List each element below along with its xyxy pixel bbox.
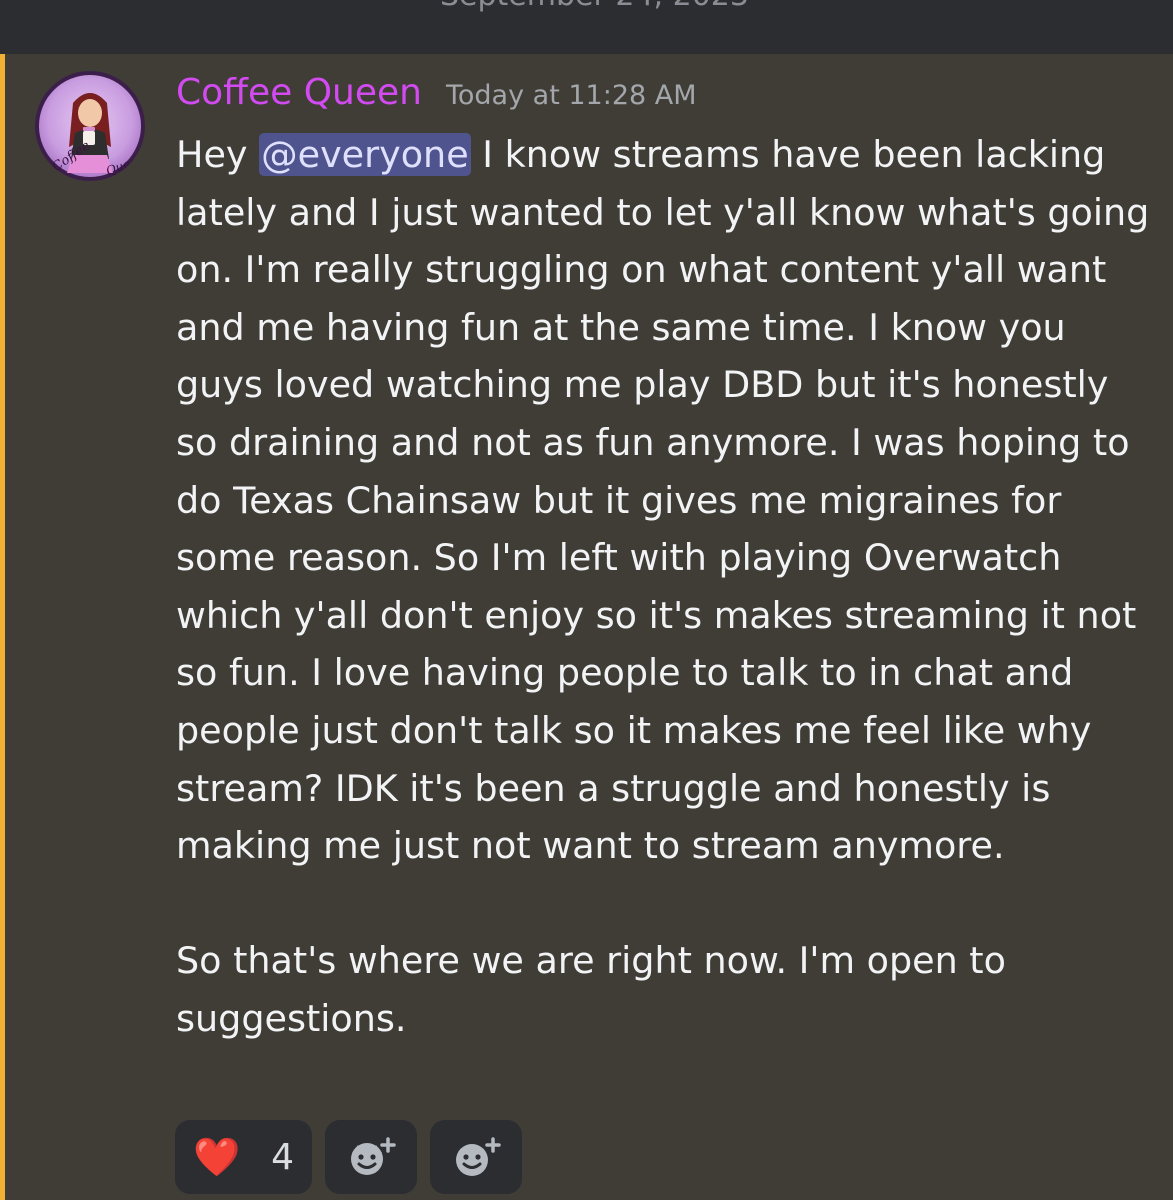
- top-bar: September 24, 2023: [0, 0, 1173, 54]
- message-text-rest: I know streams have been lacking lately …: [176, 133, 1150, 1040]
- add-reaction-icon: [456, 1137, 501, 1176]
- message-content: Hey @everyone I know streams have been l…: [176, 126, 1151, 1048]
- timestamp[interactable]: Today at 11:28 AM: [446, 80, 697, 111]
- username[interactable]: Coffee Queen: [176, 72, 422, 113]
- heart-icon: ❤️: [193, 1135, 241, 1179]
- avatar[interactable]: Coffee Queen: [35, 71, 145, 181]
- reaction-count: 4: [271, 1136, 294, 1178]
- reactions-bar: ❤️ 4: [175, 1120, 522, 1194]
- message: Coffee Queen Coffee Queen Today at 11:28…: [5, 54, 1173, 1200]
- everyone-mention[interactable]: @everyone: [259, 133, 471, 176]
- message-header: Coffee Queen Today at 11:28 AM: [176, 72, 697, 116]
- svg-text:Queen: Queen: [104, 152, 141, 177]
- avatar-illustration: Coffee Queen: [50, 93, 141, 177]
- avatar-image: Coffee Queen: [39, 75, 141, 177]
- add-super-reaction-button[interactable]: [325, 1120, 417, 1194]
- message-text-start: Hey: [176, 133, 260, 176]
- add-reaction-button[interactable]: [430, 1120, 522, 1194]
- date-divider: September 24, 2023: [440, 0, 749, 13]
- super-reaction-add-icon: [351, 1137, 396, 1175]
- heart-reaction[interactable]: ❤️ 4: [175, 1120, 312, 1194]
